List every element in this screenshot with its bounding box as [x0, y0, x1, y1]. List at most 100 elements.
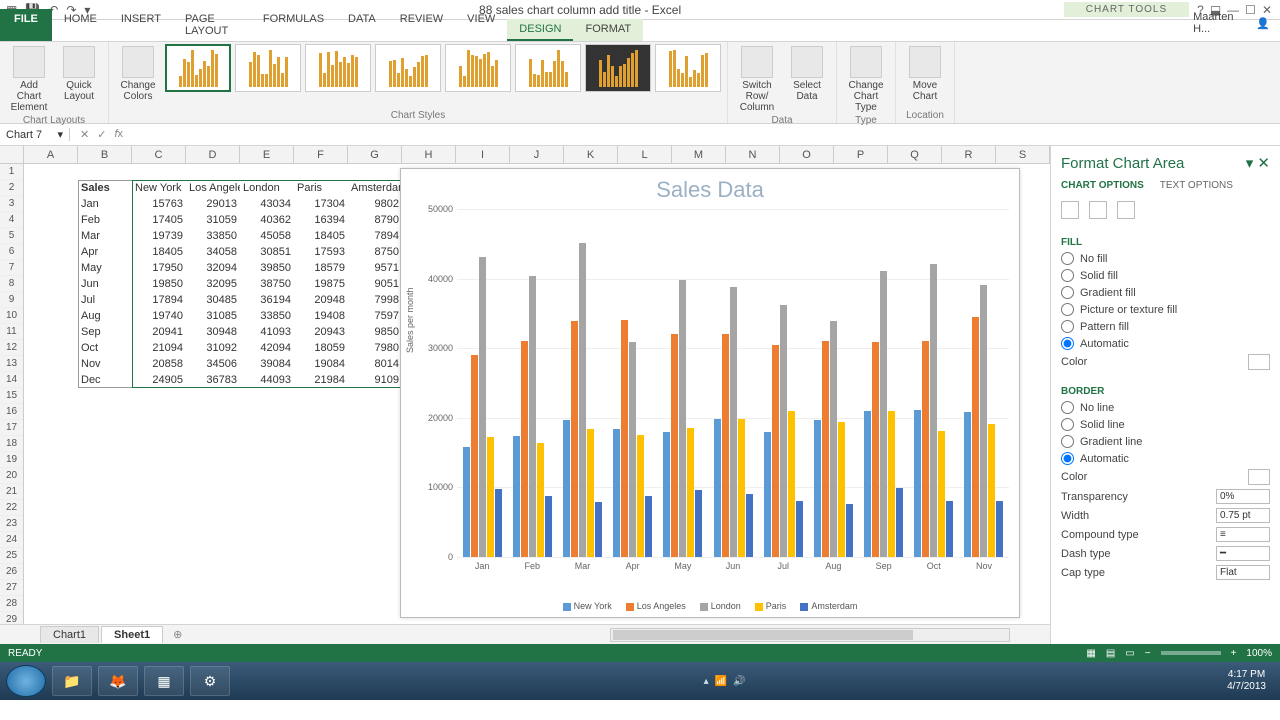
compound-type-select[interactable]: ≡: [1216, 527, 1270, 542]
row-header-25[interactable]: 25: [0, 548, 23, 564]
cell[interactable]: Sep: [78, 324, 132, 340]
chart-style-5[interactable]: [445, 44, 511, 92]
cell[interactable]: 33850: [186, 228, 240, 244]
cell[interactable]: 17405: [132, 212, 186, 228]
bar[interactable]: [872, 342, 879, 557]
worksheet-area[interactable]: ABCDEFGHIJKLMNOPQRS 12345678910111213141…: [0, 146, 1050, 644]
row-header-19[interactable]: 19: [0, 452, 23, 468]
cell[interactable]: 18059: [294, 340, 348, 356]
bar[interactable]: [896, 488, 903, 557]
embedded-chart[interactable]: Sales Data Sales per month 0100002000030…: [400, 168, 1020, 618]
row-header-10[interactable]: 10: [0, 308, 23, 324]
row-header-6[interactable]: 6: [0, 244, 23, 260]
quick-layout-button[interactable]: Quick Layout: [56, 44, 102, 104]
row-header-23[interactable]: 23: [0, 516, 23, 532]
bar[interactable]: [888, 411, 895, 557]
horizontal-scrollbar[interactable]: [610, 628, 1010, 642]
col-header-G[interactable]: G: [348, 146, 402, 163]
row-header-14[interactable]: 14: [0, 372, 23, 388]
row-header-27[interactable]: 27: [0, 580, 23, 596]
row-header-20[interactable]: 20: [0, 468, 23, 484]
bar[interactable]: [587, 429, 594, 557]
col-header-I[interactable]: I: [456, 146, 510, 163]
bar[interactable]: [788, 411, 795, 557]
bar[interactable]: [513, 436, 520, 557]
tab-formulas[interactable]: FORMULAS: [251, 9, 336, 41]
bar[interactable]: [996, 501, 1003, 557]
move-chart-button[interactable]: Move Chart: [902, 44, 948, 104]
cell[interactable]: Feb: [78, 212, 132, 228]
zoom-in-icon[interactable]: +: [1231, 648, 1237, 659]
cell[interactable]: 17304: [294, 196, 348, 212]
cell[interactable]: 33850: [240, 308, 294, 324]
row-header-2[interactable]: 2: [0, 180, 23, 196]
cell[interactable]: 18405: [132, 244, 186, 260]
bar[interactable]: [738, 419, 745, 557]
cell[interactable]: 30485: [186, 292, 240, 308]
chart-style-8[interactable]: [655, 44, 721, 92]
bar[interactable]: [746, 494, 753, 557]
row-header-9[interactable]: 9: [0, 292, 23, 308]
bar[interactable]: [764, 432, 771, 557]
bar[interactable]: [880, 271, 887, 557]
name-box[interactable]: Chart 7▾: [0, 128, 70, 141]
row-header-29[interactable]: 29: [0, 612, 23, 624]
row-header-26[interactable]: 26: [0, 564, 23, 580]
cell[interactable]: London: [240, 180, 294, 196]
cancel-icon[interactable]: ✕: [80, 128, 89, 141]
cell[interactable]: 31059: [186, 212, 240, 228]
view-page-icon[interactable]: ▤: [1106, 648, 1115, 659]
width-input[interactable]: 0.75 pt: [1216, 508, 1270, 523]
bar[interactable]: [730, 287, 737, 557]
cell[interactable]: Nov: [78, 356, 132, 372]
chart-style-4[interactable]: [375, 44, 441, 92]
gradient-line-radio[interactable]: [1061, 435, 1074, 448]
legend-item[interactable]: Amsterdam: [800, 601, 857, 611]
bar[interactable]: [772, 345, 779, 557]
sheet-tab-chart1[interactable]: Chart1: [40, 626, 99, 643]
col-header-A[interactable]: A: [24, 146, 78, 163]
cell[interactable]: 20858: [132, 356, 186, 372]
fill-section-header[interactable]: FILL: [1061, 231, 1270, 250]
row-header-1[interactable]: 1: [0, 164, 23, 180]
col-header-H[interactable]: H: [402, 146, 456, 163]
bar[interactable]: [621, 320, 628, 557]
chart-style-7[interactable]: [585, 44, 651, 92]
col-header-R[interactable]: R: [942, 146, 996, 163]
cell[interactable]: 15763: [132, 196, 186, 212]
enter-icon[interactable]: ✓: [97, 128, 106, 141]
bar[interactable]: [814, 420, 821, 557]
row-header-8[interactable]: 8: [0, 276, 23, 292]
row-header-22[interactable]: 22: [0, 500, 23, 516]
cell[interactable]: 31085: [186, 308, 240, 324]
switch-row-column-button[interactable]: Switch Row/ Column: [734, 44, 780, 115]
fill-color-picker[interactable]: [1248, 354, 1270, 370]
explorer-icon[interactable]: 📁: [52, 666, 92, 696]
row-header-3[interactable]: 3: [0, 196, 23, 212]
bar[interactable]: [922, 341, 929, 557]
cell[interactable]: 9109: [348, 372, 402, 388]
tab-insert[interactable]: INSERT: [109, 9, 173, 41]
cell[interactable]: 7597: [348, 308, 402, 324]
col-header-S[interactable]: S: [996, 146, 1050, 163]
tab-home[interactable]: HOME: [52, 9, 109, 41]
cell[interactable]: 32094: [186, 260, 240, 276]
cell[interactable]: 20948: [294, 292, 348, 308]
bar[interactable]: [563, 420, 570, 557]
chart-style-3[interactable]: [305, 44, 371, 92]
row-header-18[interactable]: 18: [0, 436, 23, 452]
cell[interactable]: 7980: [348, 340, 402, 356]
pane-close-icon[interactable]: ✕: [1257, 155, 1270, 172]
change-colors-button[interactable]: Change Colors: [115, 44, 161, 104]
excel-taskbar-icon[interactable]: ▦: [144, 666, 184, 696]
tab-design[interactable]: DESIGN: [507, 19, 573, 41]
bar[interactable]: [714, 419, 721, 557]
cell[interactable]: Los Angeles: [186, 180, 240, 196]
cell[interactable]: 18405: [294, 228, 348, 244]
cell[interactable]: 30948: [186, 324, 240, 340]
bar[interactable]: [637, 435, 644, 557]
pane-dropdown-icon[interactable]: ▾: [1246, 155, 1254, 172]
cell[interactable]: 21984: [294, 372, 348, 388]
cell[interactable]: 18579: [294, 260, 348, 276]
cell[interactable]: 39084: [240, 356, 294, 372]
